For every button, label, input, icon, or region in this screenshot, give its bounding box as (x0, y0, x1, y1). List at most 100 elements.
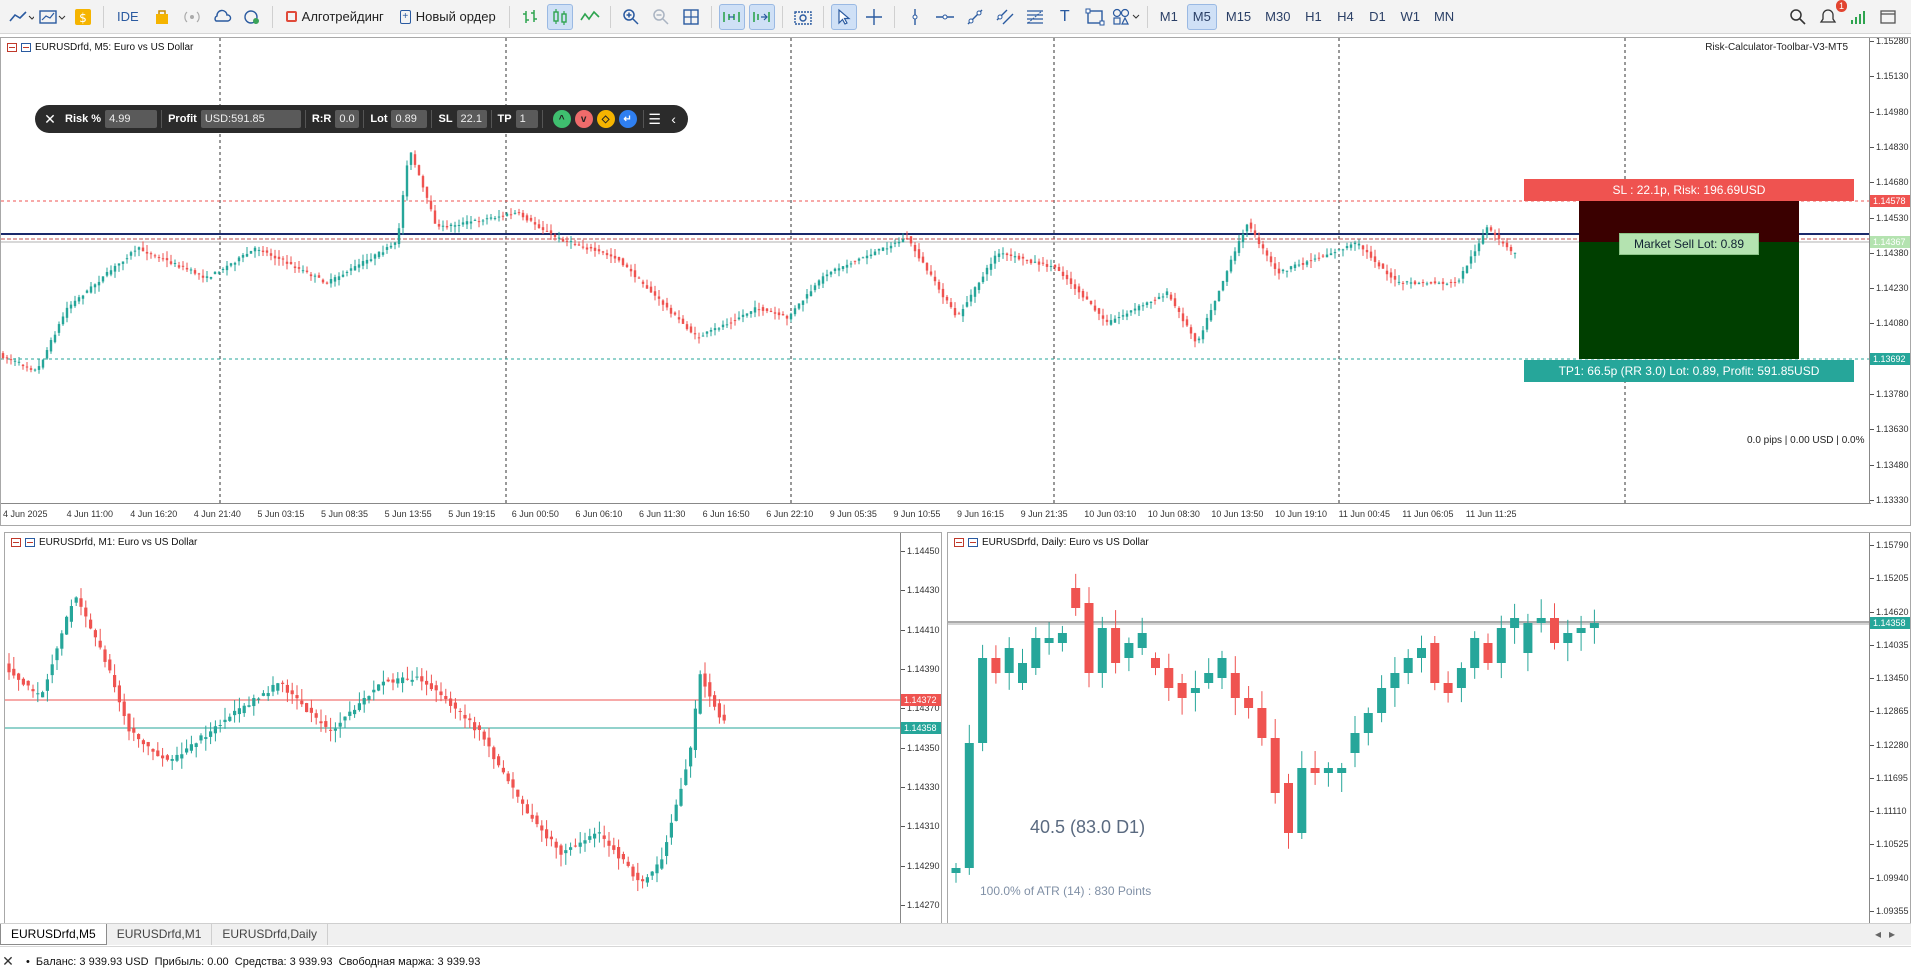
timeframe-m15[interactable]: M15 (1221, 4, 1256, 30)
candle-body (449, 224, 453, 226)
price-tick: 1.14830 (1870, 141, 1909, 152)
fibonacci-icon[interactable] (1022, 4, 1048, 30)
chart-window-m5[interactable]: EURUSDrfd, M5: Euro vs US Dollar Risk-Ca… (0, 37, 1911, 526)
ide-button[interactable]: IDE (111, 4, 145, 30)
channel-icon[interactable] (992, 4, 1018, 30)
candles-icon[interactable] (546, 3, 573, 30)
price-tick: 1.09940 (1870, 872, 1909, 883)
chart-title-d1: EURUSDrfd, Daily: Euro vs US Dollar (954, 537, 1149, 548)
text-icon[interactable]: T (1052, 4, 1078, 30)
horizontal-line-icon[interactable] (932, 4, 958, 30)
execute-icon[interactable]: ↵ (618, 110, 637, 128)
timeframe-mn[interactable]: MN (1429, 4, 1459, 30)
candle-body (125, 258, 129, 260)
bar-chart-icon[interactable] (517, 4, 543, 30)
price-axis-m5[interactable]: 1.15280 1.15130 1.14980 1.14830 1.14680 1.145… (1869, 38, 1910, 505)
crosshair-icon[interactable] (861, 4, 887, 30)
new-order-button[interactable]: + Новый ордер (394, 4, 502, 30)
risk-input[interactable]: 4.99 (105, 110, 158, 128)
timeframe-d1[interactable]: D1 (1363, 4, 1391, 30)
tab-scroll-arrows[interactable]: ◂▸ (1875, 927, 1903, 941)
candle-body (1237, 241, 1241, 253)
candle-body (853, 260, 857, 262)
trend-line-icon[interactable] (962, 4, 988, 30)
collapse-icon[interactable]: ‹ (666, 111, 682, 127)
pending-order-icon[interactable]: ◇ (596, 110, 615, 128)
notification-icon[interactable]: 1 (1815, 0, 1847, 30)
candle-body (1253, 230, 1257, 235)
tp-label-box[interactable]: TP1: 66.5p (RR 3.0) Lot: 0.89, Profit: 5… (1524, 360, 1854, 382)
timeframe-m30[interactable]: M30 (1260, 4, 1295, 30)
line-chart-icon[interactable] (8, 4, 34, 30)
search-icon[interactable] (1785, 4, 1811, 30)
candle-body (1373, 256, 1377, 262)
dollar-icon[interactable]: $ (70, 4, 96, 30)
zoom-in-icon[interactable] (618, 4, 644, 30)
line-icon[interactable] (577, 4, 603, 30)
close-icon[interactable]: ✕ (0, 953, 16, 970)
candle-body (641, 281, 645, 284)
chart-window-icon (11, 538, 21, 547)
market-sell-box[interactable]: Market Sell Lot: 0.89 (1619, 233, 1759, 255)
time-axis-m5[interactable]: 4 Jun 2025 4 Jun 11:00 4 Jun 16:20 4 Jun 21… (1, 503, 1871, 525)
candle-body (1265, 250, 1269, 256)
shapes-icon[interactable] (1082, 4, 1108, 30)
tp-select[interactable]: 1 (515, 110, 538, 128)
pips-status: 0.0 pips | 0.00 USD | 0.0% (1747, 435, 1865, 446)
price-tick: 1.14330 (901, 782, 940, 792)
lot-input[interactable]: 0.89 (391, 110, 428, 128)
timeframe-h1[interactable]: H1 (1299, 4, 1327, 30)
candle-body (349, 268, 353, 271)
candle-body (477, 725, 481, 730)
sell-icon[interactable]: v (574, 110, 593, 128)
candle-body (205, 276, 209, 278)
candle-body (1084, 603, 1094, 673)
candle-body (385, 247, 389, 250)
rr-input[interactable]: 0.0 (335, 110, 360, 128)
vps-icon[interactable] (239, 4, 265, 30)
autoscroll-icon[interactable] (718, 3, 745, 30)
timeframe-m5[interactable]: M5 (1186, 3, 1217, 30)
cloud-icon[interactable] (209, 4, 235, 30)
buy-icon[interactable]: ^ (552, 110, 571, 128)
grid-icon[interactable] (678, 4, 704, 30)
algo-trading-button[interactable]: Алготрейдинг (280, 4, 390, 30)
bag-icon[interactable] (149, 4, 175, 30)
candle-body (717, 703, 721, 718)
candle-body (221, 269, 225, 271)
tab-eurusd-m5[interactable]: EURUSDrfd,M5 (0, 924, 107, 945)
price-axis-d1[interactable]: 1.15790 1.15205 1.14620 1.14035 1.13450 1.128… (1869, 533, 1910, 923)
candle-body (1493, 232, 1497, 235)
chart-window-m1[interactable]: EURUSDrfd, M1: Euro vs US Dollar 1.14450… (4, 532, 942, 924)
cursor-icon[interactable] (830, 3, 857, 30)
candle-body (564, 850, 568, 854)
candle-body (1117, 317, 1121, 319)
sl-input[interactable]: 22.1 (456, 110, 487, 128)
price-tick: 1.15130 (1870, 71, 1909, 82)
arrows-icon[interactable] (1112, 4, 1140, 30)
screenshot-icon[interactable] (790, 4, 816, 30)
signal-strength-icon[interactable] (1845, 4, 1871, 30)
candle-body (362, 697, 366, 705)
window-icon[interactable] (1875, 4, 1901, 30)
profit-input[interactable]: USD:591.85 (200, 110, 301, 128)
candle-body (1217, 658, 1227, 678)
timeframe-w1[interactable]: W1 (1395, 4, 1425, 30)
close-icon[interactable]: ✕ (41, 111, 59, 128)
timeframe-m1[interactable]: M1 (1155, 4, 1183, 30)
tab-eurusd-daily[interactable]: EURUSDrfd,Daily (212, 924, 329, 945)
candle-body (1550, 618, 1559, 643)
shift-icon[interactable] (748, 3, 775, 30)
chart-window-d1[interactable]: EURUSDrfd, Daily: Euro vs US Dollar 40.5… (947, 532, 1911, 924)
chart-type-icon[interactable] (38, 4, 66, 30)
menu-icon[interactable]: ☰ (644, 111, 666, 128)
candle-body (170, 758, 174, 761)
tab-eurusd-m1[interactable]: EURUSDrfd,M1 (107, 924, 213, 945)
sl-label-box[interactable]: SL : 22.1p, Risk: 196.69USD (1524, 179, 1854, 201)
timeframe-h4[interactable]: H4 (1331, 4, 1359, 30)
zoom-out-icon[interactable] (648, 4, 674, 30)
vertical-line-icon[interactable] (902, 4, 928, 30)
signal-icon[interactable] (179, 4, 205, 30)
candle-body (1483, 643, 1493, 663)
price-axis-m1[interactable]: 1.14450 1.14430 1.14410 1.14390 1.14370 1.143… (900, 533, 941, 923)
